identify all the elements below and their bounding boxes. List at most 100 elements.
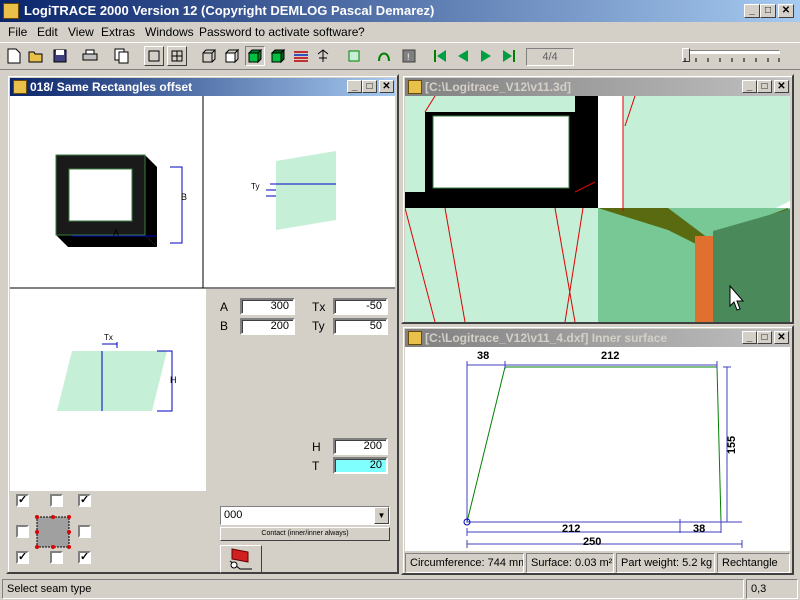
dim-label-ty: Ty	[251, 182, 260, 191]
box-icon[interactable]	[222, 46, 242, 66]
weight-readout: Part weight: 5.2 kg	[616, 553, 715, 573]
shape-readout: Rechtangle	[717, 553, 790, 573]
seam-check-top-right[interactable]: ✓	[78, 494, 91, 507]
first-page-icon[interactable]	[430, 46, 450, 66]
dropdown-arrow-icon[interactable]: ▼	[374, 507, 389, 524]
dim-label-h: H	[170, 375, 177, 385]
design-window: 018/ Same Rectangles offset _ □ ✕ A B Ty…	[6, 74, 399, 574]
view3d-maximize-button[interactable]: □	[757, 80, 772, 93]
seam-check-top-mid[interactable]	[50, 494, 63, 507]
menu-password[interactable]: Password to activate software	[199, 25, 358, 39]
window-icon	[408, 80, 422, 94]
open-folder-icon[interactable]	[26, 46, 46, 66]
close-button[interactable]: ✕	[778, 4, 794, 18]
seam-check-bot-right[interactable]: ✓	[78, 551, 91, 564]
label-t: T	[312, 459, 320, 473]
dxf-window: [C:\Logitrace_V12\v11_4.dxf] Inner surfa…	[401, 325, 794, 575]
seam-type-value: 000	[224, 509, 243, 521]
curve-icon[interactable]	[374, 46, 394, 66]
input-h[interactable]: 200	[333, 438, 388, 455]
dxf-canvas[interactable]: 38 212 155 212 38 250	[405, 347, 790, 551]
app-icon	[3, 3, 19, 19]
seam-tool-icon	[229, 548, 252, 570]
dim-top-left: 38	[477, 350, 490, 362]
page-indicator: 4/4	[526, 48, 574, 66]
seam-selector: ✓ ✓ ✓ ✓	[10, 491, 206, 571]
contact-button[interactable]: Contact (inner/inner always)	[220, 527, 390, 541]
save-icon[interactable]	[50, 46, 70, 66]
new-file-icon[interactable]	[4, 46, 24, 66]
view3d-canvas[interactable]	[405, 96, 790, 322]
label-ty: Ty	[312, 319, 325, 333]
window-icon	[13, 80, 27, 94]
menu-edit[interactable]: Edit	[37, 25, 58, 39]
last-page-icon[interactable]	[499, 46, 519, 66]
input-a[interactable]: 300	[240, 298, 295, 315]
input-ty[interactable]: 50	[333, 318, 388, 335]
input-b[interactable]: 200	[240, 318, 295, 335]
dim-label-a: A	[113, 228, 120, 238]
dxf-titlebar: [C:\Logitrace_V12\v11_4.dxf] Inner surfa…	[405, 329, 790, 347]
dxf-minimize-button[interactable]: _	[742, 331, 757, 344]
view-split-icon[interactable]	[167, 46, 187, 66]
seam-check-bot-mid[interactable]	[50, 551, 63, 564]
dxf-title: [C:\Logitrace_V12\v11_4.dxf] Inner surfa…	[425, 331, 668, 345]
design-maximize-button[interactable]: □	[362, 80, 377, 93]
info-icon[interactable]: !	[399, 46, 419, 66]
dxf-maximize-button[interactable]: □	[757, 331, 772, 344]
menu-bar: File Edit View Extras Windows Password t…	[0, 22, 800, 41]
copy-icon[interactable]	[112, 46, 132, 66]
status-bar: Select seam type 0,3	[0, 578, 800, 600]
select-shape-icon[interactable]	[344, 46, 364, 66]
design-window-title: 018/ Same Rectangles offset	[30, 80, 193, 94]
label-tx: Tx	[312, 300, 326, 314]
view3d-minimize-button[interactable]: _	[742, 80, 757, 93]
layers-icon[interactable]	[291, 46, 311, 66]
app-title: LogiTRACE 2000 Version 12 (Copyright DEM…	[24, 3, 435, 18]
minimize-button[interactable]: _	[744, 4, 760, 18]
parameter-panel: A 300 B 200 Tx -50 Ty 50 H 200 T 20 000 …	[206, 289, 395, 573]
tree-icon[interactable]	[313, 46, 333, 66]
label-b: B	[220, 319, 229, 333]
design-close-button[interactable]: ✕	[379, 80, 394, 93]
toolbar: ! 4/4	[0, 42, 800, 70]
window-icon	[408, 331, 422, 345]
view3d-titlebar: [C:\Logitrace_V12\v11.3d] _ □ ✕	[405, 78, 790, 96]
dim-total: 250	[583, 536, 602, 548]
seam-check-mid-right[interactable]	[78, 525, 91, 538]
previous-page-icon[interactable]	[453, 46, 473, 66]
menu-help[interactable]: ?	[358, 25, 365, 39]
apply-seam-button[interactable]	[220, 545, 262, 573]
dxf-close-button[interactable]: ✕	[774, 331, 789, 344]
dim-label-tx: Tx	[104, 333, 113, 342]
menu-view[interactable]: View	[68, 25, 94, 39]
view3d-close-button[interactable]: ✕	[774, 80, 789, 93]
view3d-title: [C:\Logitrace_V12\v11.3d]	[425, 80, 572, 94]
status-message: Select seam type	[2, 579, 744, 599]
seam-check-bot-left[interactable]: ✓	[16, 551, 29, 564]
label-a: A	[220, 300, 229, 314]
seam-check-mid-left[interactable]	[16, 525, 29, 538]
dim-bottom-right: 38	[693, 523, 706, 535]
green-box-icon[interactable]	[268, 46, 288, 66]
menu-windows[interactable]: Windows	[145, 25, 194, 39]
input-tx[interactable]: -50	[333, 298, 388, 315]
next-page-icon[interactable]	[476, 46, 496, 66]
menu-file[interactable]: File	[8, 25, 27, 39]
dxf-status-bar: Circumference: 744 mm Surface: 0.03 m² P…	[405, 553, 790, 573]
seam-type-select[interactable]: 000 ▼	[220, 506, 390, 525]
design-minimize-button[interactable]: _	[347, 80, 362, 93]
maximize-button[interactable]: □	[760, 4, 776, 18]
design-window-titlebar: 018/ Same Rectangles offset _ □ ✕	[10, 78, 395, 96]
label-h: H	[312, 440, 321, 454]
seam-check-top-left[interactable]: ✓	[16, 494, 29, 507]
shaded-box-icon[interactable]	[245, 46, 265, 66]
dim-bottom-main: 212	[562, 523, 581, 535]
zoom-slider[interactable]	[680, 48, 784, 66]
input-t[interactable]: 20	[333, 457, 388, 474]
print-icon[interactable]	[80, 46, 100, 66]
menu-extras[interactable]: Extras	[101, 25, 135, 39]
app-titlebar: LogiTRACE 2000 Version 12 (Copyright DEM…	[0, 0, 800, 22]
view-2d-icon[interactable]	[144, 46, 164, 66]
wireframe-box-icon[interactable]	[199, 46, 219, 66]
